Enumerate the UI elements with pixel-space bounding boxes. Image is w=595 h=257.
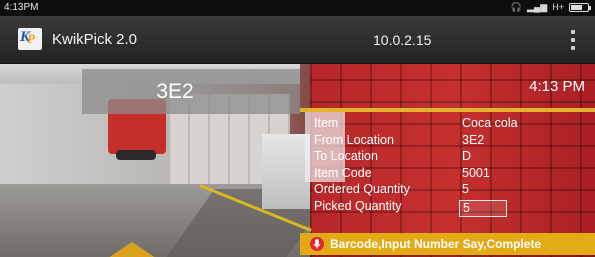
more-vert-icon[interactable] (568, 30, 578, 50)
detail-label: Item (314, 116, 339, 130)
detail-label: Item Code (314, 165, 372, 180)
item-details: Item Coca cola From Location 3E2 To Loca… (314, 116, 589, 217)
voice-command-text: Barcode,Input Number Say,Complete (330, 237, 542, 251)
signal-icon: ▂▄▆ (527, 2, 548, 12)
current-location-code: 3E2 (156, 80, 194, 103)
headphones-icon: 🎧 (510, 2, 522, 12)
detail-row-item: Item Coca cola (314, 116, 589, 133)
location-panel: 3E2 (82, 69, 300, 114)
app-logo: K P (18, 28, 42, 50)
network-type-label: H+ (552, 2, 564, 12)
detail-label: From Location (314, 132, 394, 147)
voice-command-bar[interactable]: Barcode,Input Number Say,Complete (300, 233, 595, 255)
app-bar: K P KwikPick 2.0 10.0.2.15 (0, 16, 595, 64)
app-title: KwikPick 2.0 (52, 31, 138, 48)
detail-row-item-code: Item Code 5001 (314, 166, 589, 183)
status-bar: 4:13PM 🎧 ▂▄▆ H+ (0, 0, 595, 16)
battery-icon (569, 2, 591, 12)
detail-label: To Location (314, 149, 378, 163)
direction-arrow-icon (108, 242, 156, 257)
detail-value: D (462, 149, 472, 163)
detail-row-ordered-quantity: Ordered Quantity 5 (314, 182, 589, 199)
detail-row-from-location: From Location 3E2 (314, 133, 589, 150)
logo-letter-p: P (27, 31, 35, 46)
detail-value: 3E2 (462, 132, 485, 147)
detail-row-to-location: To Location D (314, 149, 589, 166)
status-icons: 🎧 ▂▄▆ H+ (510, 2, 591, 12)
server-ip-address: 10.0.2.15 (373, 32, 432, 48)
microphone-icon[interactable] (310, 236, 324, 252)
picked-quantity-label: Picked Quantity (314, 198, 402, 213)
picked-quantity-input[interactable] (459, 199, 507, 217)
status-time: 4:13PM (4, 2, 39, 13)
detail-label: Ordered Quantity (314, 182, 410, 196)
detail-value: Coca cola (462, 116, 518, 130)
main-view: 3E2 4:13 PM Item Coca cola From Location… (0, 64, 595, 257)
detail-value: 5001 (462, 165, 490, 180)
current-time: 4:13 PM (529, 78, 585, 95)
time-divider (300, 108, 595, 112)
detail-value: 5 (462, 182, 469, 196)
detail-row-picked-quantity: Picked Quantity (314, 198, 589, 217)
